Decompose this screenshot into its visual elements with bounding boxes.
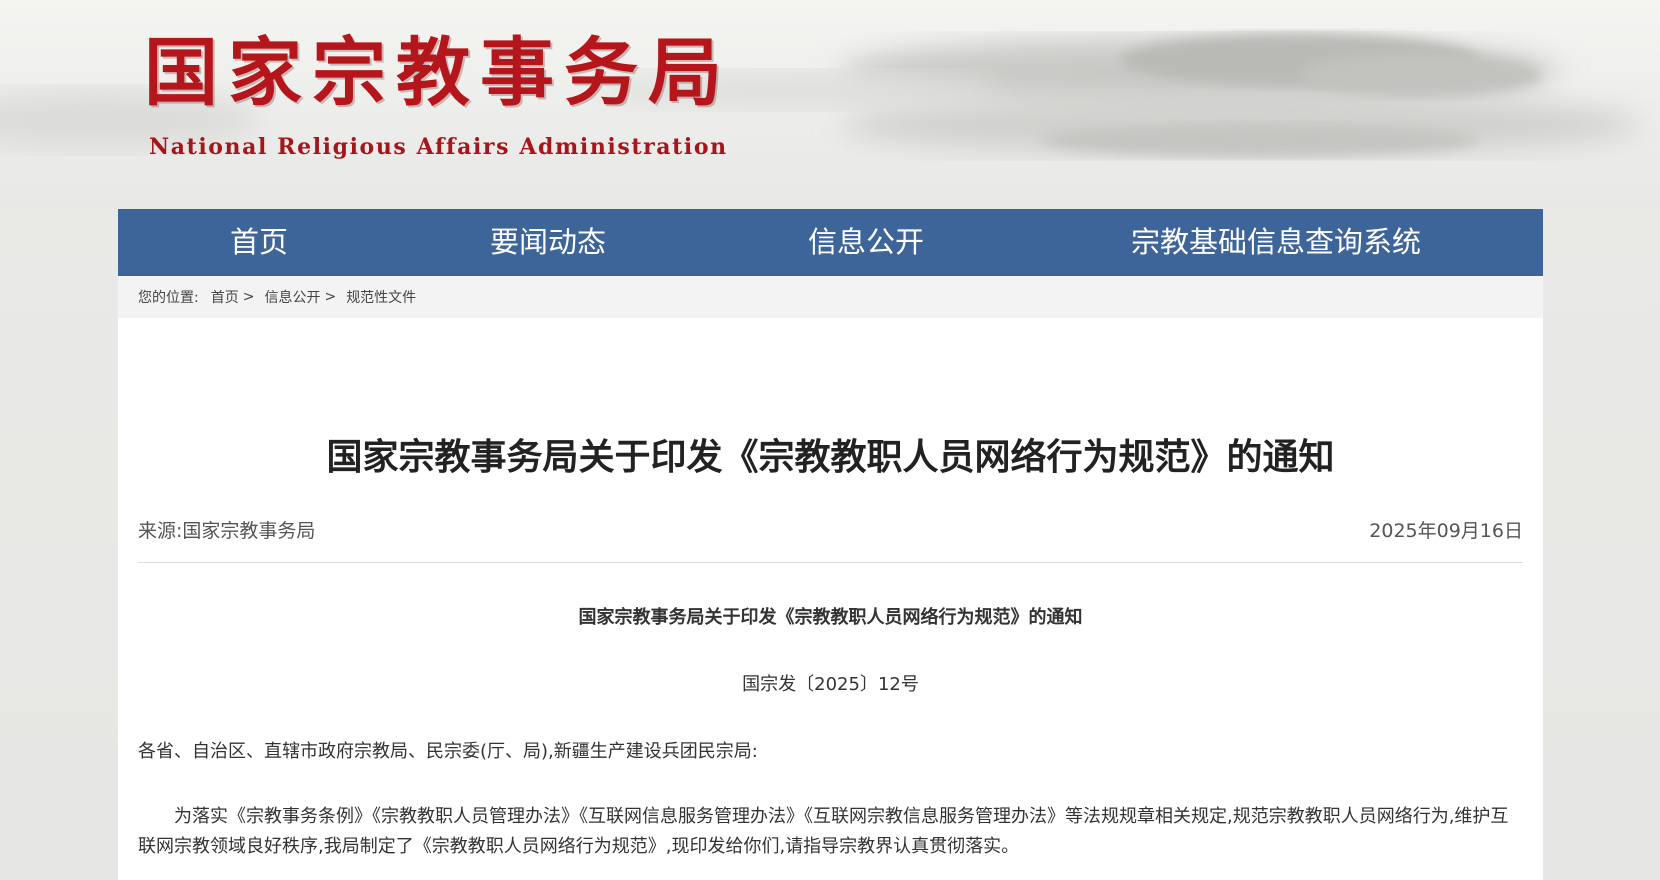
- article-container: 国家宗教事务局关于印发《宗教教职人员网络行为规范》的通知 来源:国家宗教事务局 …: [118, 318, 1543, 880]
- article-date: 2025年09月16日: [1369, 520, 1523, 542]
- breadcrumb-item-info-disclosure[interactable]: 信息公开: [264, 287, 320, 307]
- site-banner: 国家宗教事务局 National Religious Affairs Admin…: [0, 0, 1660, 209]
- document-title: 国家宗教事务局关于印发《宗教教职人员网络行为规范》的通知: [578, 607, 1083, 628]
- breadcrumb-prefix: 您的位置:: [138, 290, 199, 306]
- nav-item-news[interactable]: 要闻动态: [490, 209, 606, 276]
- nav-item-info-disclosure[interactable]: 信息公开: [808, 209, 924, 276]
- breadcrumb-item-normative-documents[interactable]: 规范性文件: [346, 287, 416, 307]
- document-paragraph: 为落实《宗教事务条例》《宗教教职人员管理办法》《互联网信息服务管理办法》《互联网…: [138, 806, 1509, 857]
- breadcrumb-separator: >: [242, 289, 255, 305]
- nav-item-religion-info-query[interactable]: 宗教基础信息查询系统: [1131, 209, 1421, 276]
- article-title: 国家宗教事务局关于印发《宗教教职人员网络行为规范》的通知: [326, 437, 1335, 478]
- site-logo-chinese[interactable]: 国家宗教事务局: [144, 36, 732, 110]
- site-logo-english[interactable]: National Religious Affairs Administratio…: [149, 134, 728, 160]
- document-salutation: 各省、自治区、直辖市政府宗教局、民宗委(厅、局),新疆生产建设兵团民宗局:: [138, 741, 758, 762]
- breadcrumb-separator: >: [324, 289, 337, 305]
- main-navigation: 首页 要闻动态 信息公开 宗教基础信息查询系统: [118, 209, 1543, 276]
- divider: [138, 562, 1523, 563]
- nav-item-home[interactable]: 首页: [230, 209, 288, 276]
- document-number: 国宗发〔2025〕12号: [742, 674, 919, 695]
- breadcrumb-item-home[interactable]: 首页: [211, 287, 239, 307]
- breadcrumb: 您的位置: 首页 > 信息公开 > 规范性文件: [118, 276, 1543, 318]
- article-source: 来源:国家宗教事务局: [138, 520, 316, 542]
